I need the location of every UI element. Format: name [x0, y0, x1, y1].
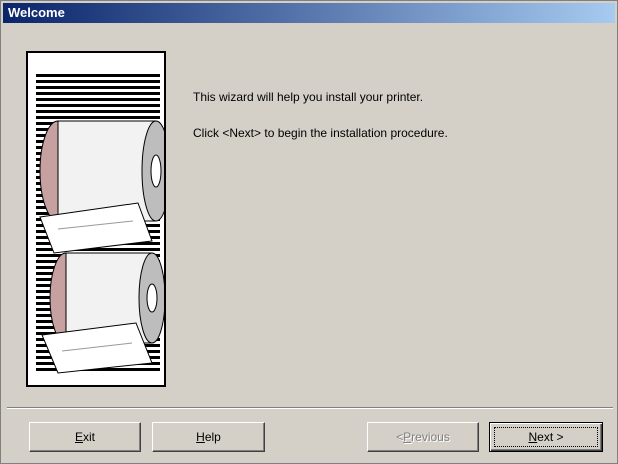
- label-rolls-illustration: [39, 120, 164, 374]
- label-roll-top-icon: [39, 120, 164, 254]
- window-title: Welcome: [8, 5, 65, 20]
- intro-text: This wizard will help you install your p…: [193, 90, 424, 104]
- wizard-window: Welcome This wizard will help you instal…: [0, 0, 618, 464]
- exit-button[interactable]: Exit: [29, 422, 141, 452]
- title-bar: Welcome: [3, 3, 615, 23]
- wizard-message: This wizard will help you install your p…: [193, 90, 593, 162]
- wizard-side-image: [26, 51, 166, 387]
- help-button[interactable]: Help: [152, 422, 265, 452]
- next-button[interactable]: Next >: [489, 422, 603, 452]
- button-separator: [7, 407, 613, 409]
- label-roll-bottom-icon: [41, 252, 164, 374]
- previous-button[interactable]: < Previous: [367, 422, 479, 452]
- instruction-text: Click <Next> to begin the installation p…: [193, 126, 448, 140]
- focus-rectangle: [494, 427, 598, 447]
